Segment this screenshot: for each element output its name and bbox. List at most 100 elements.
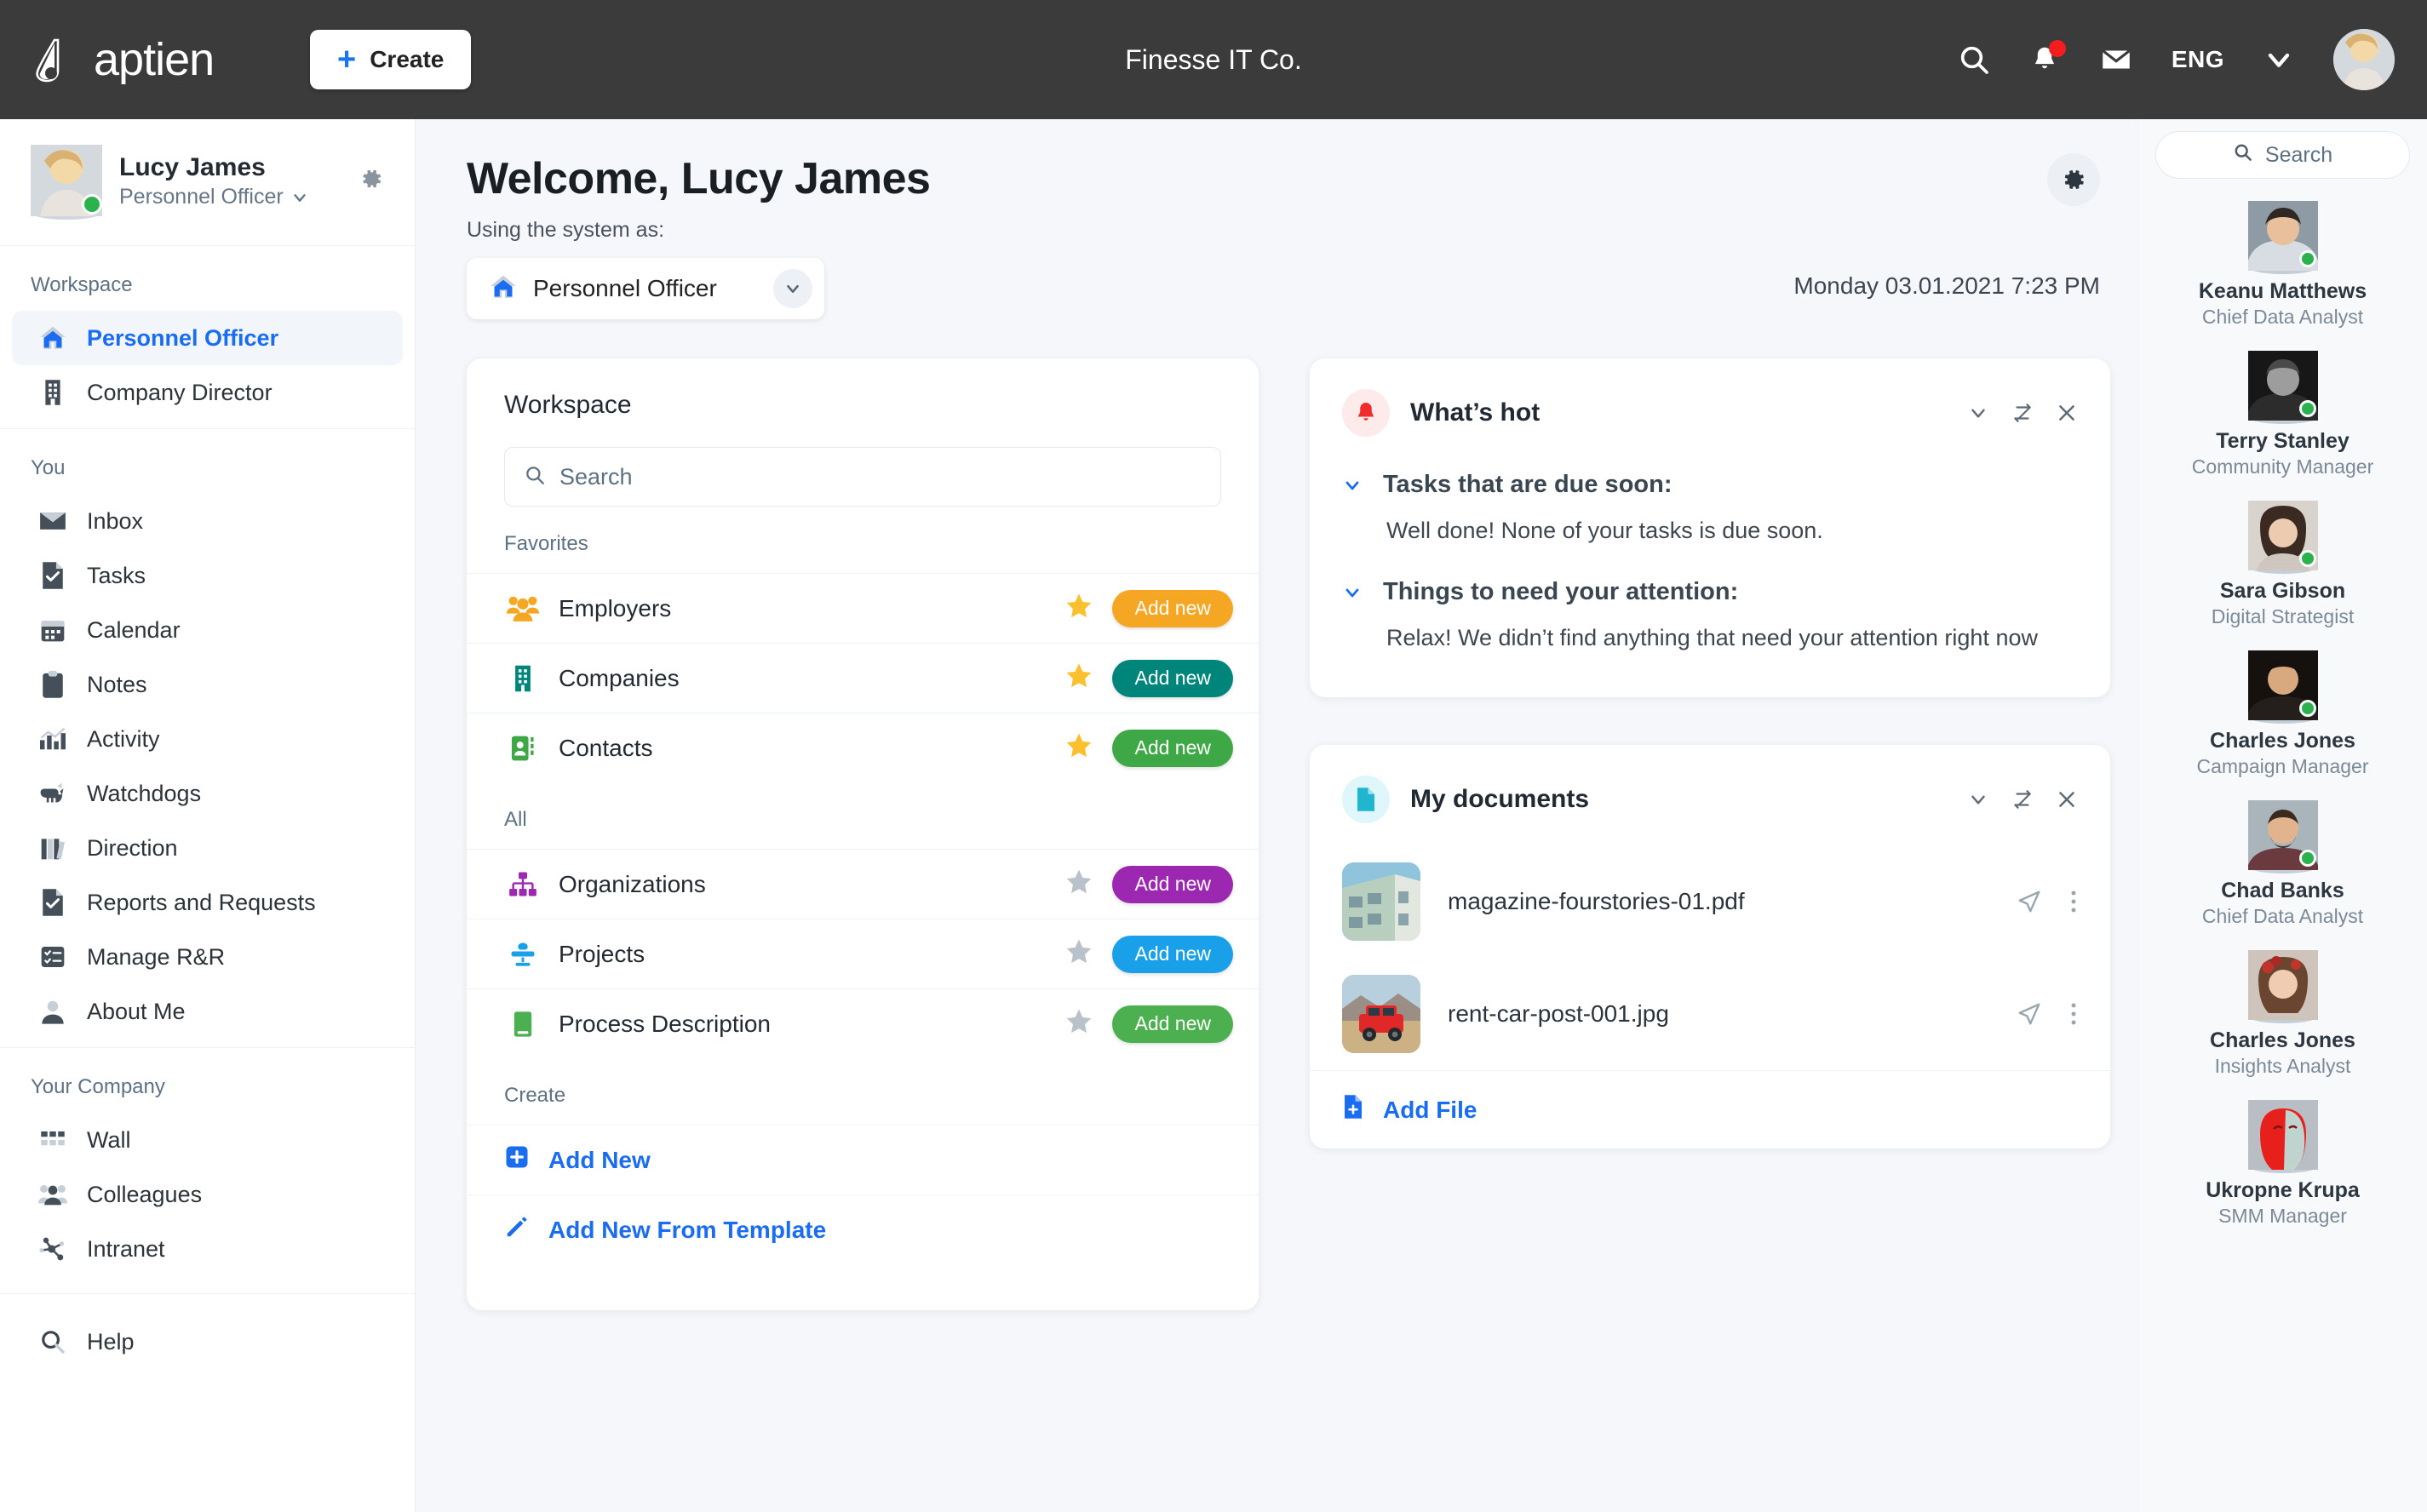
- notifications-bell-icon[interactable]: [2028, 43, 2061, 76]
- collapse-chevron-icon[interactable]: [1967, 402, 1989, 424]
- profile-settings-gear-icon[interactable]: [359, 166, 384, 196]
- avatar: [31, 145, 102, 216]
- add-new-button[interactable]: Add new: [1112, 1005, 1233, 1043]
- send-icon[interactable]: [2017, 1001, 2042, 1027]
- sidebar-item-inbox[interactable]: Inbox: [12, 494, 403, 548]
- calendar-icon: [37, 616, 68, 644]
- profile-role[interactable]: Personnel Officer: [119, 185, 341, 209]
- favorite-star-icon[interactable]: [1064, 937, 1093, 971]
- add-new-from-template-action[interactable]: Add New From Template: [467, 1194, 1259, 1264]
- workspace-search[interactable]: [504, 447, 1221, 507]
- list-item[interactable]: Ukropne Krupa SMM Manager: [2155, 1100, 2410, 1228]
- close-icon[interactable]: [2056, 402, 2078, 424]
- list-item[interactable]: Sara Gibson Digital Strategist: [2155, 501, 2410, 628]
- sidebar-item-manage-rr[interactable]: Manage R&R: [12, 930, 403, 984]
- create-button[interactable]: + Create: [310, 30, 471, 89]
- sidebar-item-label: Intranet: [87, 1236, 165, 1263]
- sidebar-item-wall[interactable]: Wall: [12, 1113, 403, 1167]
- sidebar-item-label: Notes: [87, 672, 147, 698]
- table-row[interactable]: Organizations Add new: [467, 849, 1259, 919]
- building-icon: [37, 379, 68, 406]
- mail-icon[interactable]: [2098, 42, 2134, 77]
- favorite-star-icon[interactable]: [1064, 662, 1093, 695]
- list-item[interactable]: Charles Jones Campaign Manager: [2155, 650, 2410, 778]
- sidebar-item-label: Wall: [87, 1127, 131, 1154]
- chevron-down-icon[interactable]: [2262, 43, 2296, 77]
- favorite-star-icon[interactable]: [1064, 731, 1093, 765]
- sidebar-item-company-director[interactable]: Company Director: [12, 365, 403, 420]
- list-item[interactable]: Keanu Matthews Chief Data Analyst: [2155, 201, 2410, 329]
- sidebar-item-personnel-officer[interactable]: Personnel Officer: [12, 311, 403, 365]
- contacts-search[interactable]: Search: [2155, 131, 2410, 179]
- sidebar-item-help[interactable]: Help: [12, 1314, 403, 1369]
- contact-role: SMM Manager: [2218, 1205, 2347, 1228]
- table-row[interactable]: Companies Add new: [467, 643, 1259, 713]
- refresh-icon[interactable]: [2011, 788, 2034, 810]
- hot-section-question: Things to need your attention:: [1383, 578, 1738, 606]
- contact-name: Sara Gibson: [2220, 579, 2345, 604]
- more-options-icon[interactable]: [2069, 889, 2078, 914]
- datetime-label: Monday 03.01.2021 7:23 PM: [1793, 272, 2100, 300]
- favorite-star-icon[interactable]: [1064, 868, 1093, 901]
- sidebar-item-about-me[interactable]: About Me: [12, 984, 403, 1039]
- document-thumbnail: [1342, 862, 1420, 941]
- hot-section-toggle[interactable]: Things to need your attention:: [1342, 578, 2078, 606]
- sidebar-item-colleagues[interactable]: Colleagues: [12, 1167, 403, 1222]
- avatar: [2248, 1159, 2318, 1173]
- user-avatar[interactable]: [2333, 29, 2395, 90]
- sidebar-item-reports-and-requests[interactable]: Reports and Requests: [12, 875, 403, 930]
- contact-role: Community Manager: [2192, 455, 2373, 478]
- table-row[interactable]: Contacts Add new: [467, 713, 1259, 782]
- whats-hot-title: What’s hot: [1410, 398, 1947, 427]
- workspace-search-input[interactable]: [559, 464, 1202, 490]
- plus-square-icon: [504, 1144, 530, 1176]
- sidebar-item-label: Reports and Requests: [87, 890, 316, 916]
- sidebar-item-direction[interactable]: Direction: [12, 821, 403, 875]
- projector-icon: [504, 941, 542, 968]
- table-row[interactable]: Projects Add new: [467, 919, 1259, 988]
- sidebar-item-notes[interactable]: Notes: [12, 657, 403, 712]
- pencil-icon: [504, 1214, 530, 1246]
- add-new-button[interactable]: Add new: [1112, 660, 1233, 697]
- add-new-button[interactable]: Add new: [1112, 866, 1233, 903]
- refresh-icon[interactable]: [2011, 402, 2034, 424]
- sidebar-profile[interactable]: Lucy James Personnel Officer: [0, 119, 415, 246]
- list-item[interactable]: Charles Jones Insights Analyst: [2155, 950, 2410, 1078]
- sidebar-item-calendar[interactable]: Calendar: [12, 603, 403, 657]
- role-select[interactable]: Personnel Officer: [467, 258, 824, 319]
- favorite-star-icon[interactable]: [1064, 592, 1093, 625]
- sidebar-item-activity[interactable]: Activity: [12, 712, 403, 766]
- close-icon[interactable]: [2056, 788, 2078, 810]
- app-logo[interactable]: aptien: [32, 33, 288, 86]
- sidebar-item-tasks[interactable]: Tasks: [12, 548, 403, 603]
- sidebar-item-label: Colleagues: [87, 1182, 202, 1208]
- list-item[interactable]: rent-car-post-001.jpg: [1310, 958, 2110, 1070]
- sidebar-item-watchdogs[interactable]: Watchdogs: [12, 766, 403, 821]
- hot-section-toggle[interactable]: Tasks that are due soon:: [1342, 471, 2078, 499]
- add-file-button[interactable]: Add File: [1310, 1070, 2110, 1148]
- favorite-star-icon[interactable]: [1064, 1007, 1093, 1040]
- clipboard-icon: [37, 670, 68, 699]
- add-new-action[interactable]: Add New: [467, 1125, 1259, 1194]
- chevron-down-icon: [290, 188, 309, 207]
- add-new-button[interactable]: Add new: [1112, 730, 1233, 767]
- more-options-icon[interactable]: [2069, 1001, 2078, 1027]
- collapse-chevron-icon[interactable]: [1967, 788, 1989, 810]
- send-icon[interactable]: [2017, 889, 2042, 914]
- dashboard-columns: Workspace Favorites: [467, 358, 2100, 1310]
- add-new-button[interactable]: Add new: [1112, 590, 1233, 627]
- add-new-button[interactable]: Add new: [1112, 936, 1233, 973]
- list-item[interactable]: magazine-fourstories-01.pdf: [1310, 845, 2110, 958]
- list-item[interactable]: Terry Stanley Community Manager: [2155, 351, 2410, 478]
- home-icon: [489, 272, 518, 306]
- table-row[interactable]: Employers Add new: [467, 573, 1259, 643]
- settings-gear-icon[interactable]: [2047, 153, 2100, 206]
- add-file-icon: [1342, 1094, 1364, 1125]
- table-row[interactable]: Process Description Add new: [467, 988, 1259, 1058]
- search-icon[interactable]: [1957, 43, 1991, 77]
- create-button-label: Create: [370, 46, 444, 73]
- sidebar-item-intranet[interactable]: Intranet: [12, 1222, 403, 1276]
- list-item[interactable]: Chad Banks Chief Data Analyst: [2155, 800, 2410, 928]
- language-selector[interactable]: ENG: [2172, 46, 2224, 73]
- contact-role: Chief Data Analyst: [2202, 905, 2363, 928]
